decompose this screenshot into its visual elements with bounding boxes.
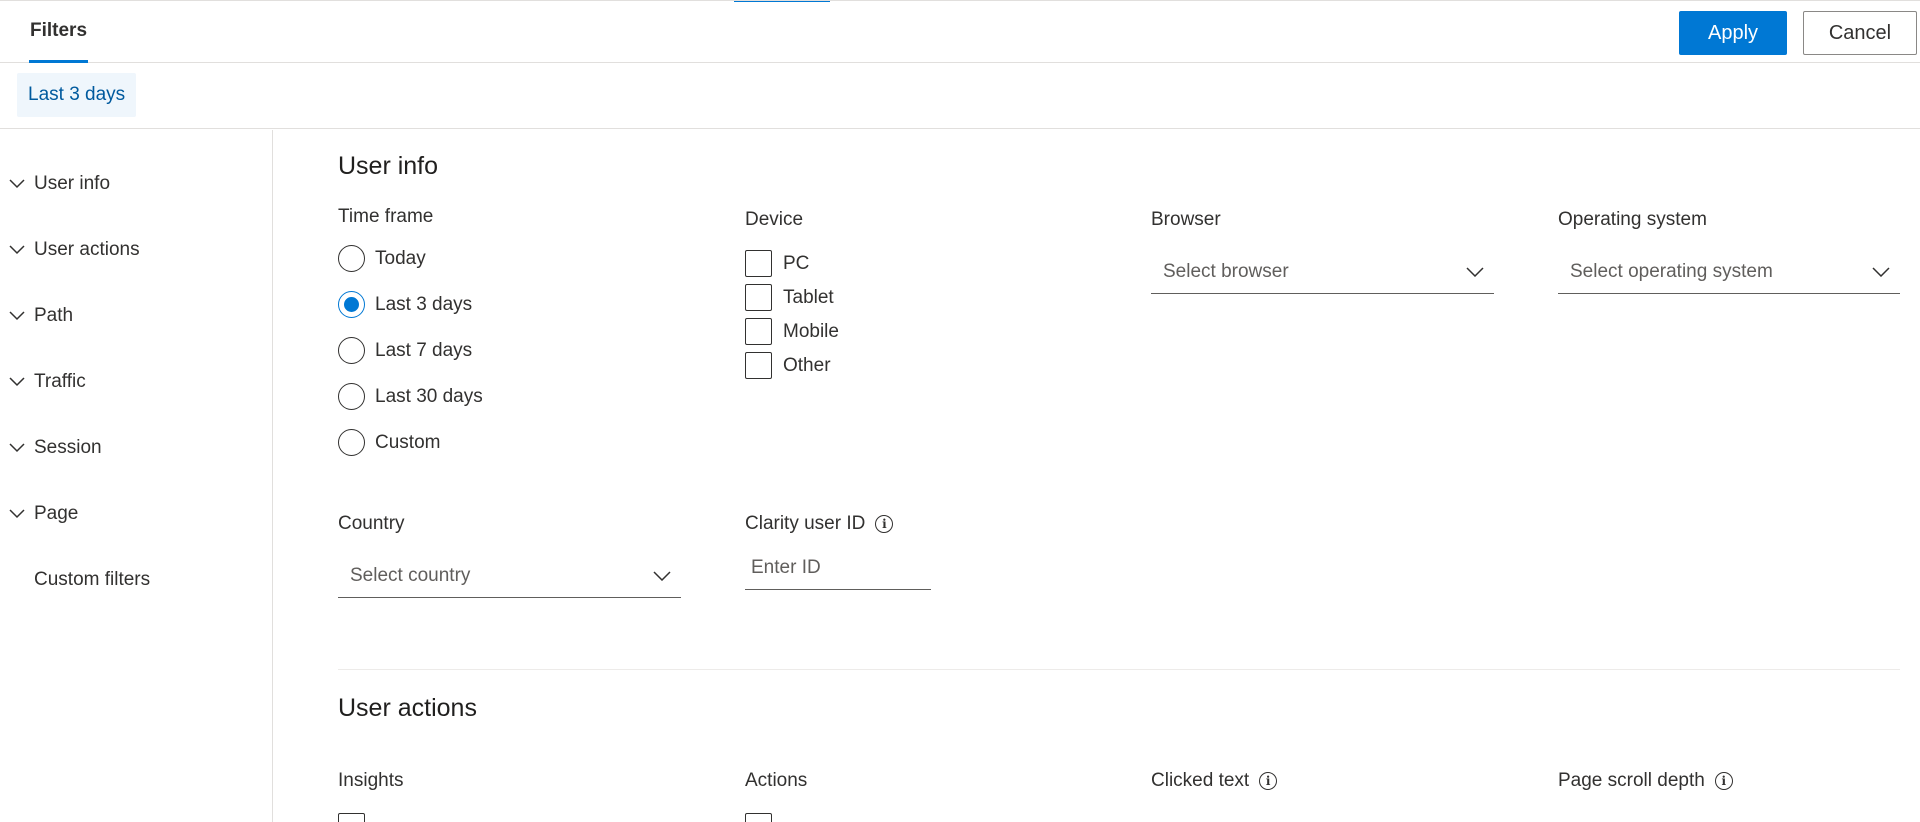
browser-select[interactable]: Select browser <box>1151 250 1494 294</box>
chevron-down-icon <box>0 311 34 321</box>
page-scroll-depth-label: Page scroll depth i <box>1558 770 1733 792</box>
country-label: Country <box>338 513 405 534</box>
browser-label: Browser <box>1151 209 1221 230</box>
filter-sidebar: User info User actions Path Traffic Sess… <box>0 130 273 822</box>
chevron-down-icon <box>0 179 34 189</box>
sidebar-item-page[interactable]: Page <box>0 496 78 532</box>
sidebar-item-label: User actions <box>34 239 140 260</box>
radio-button[interactable] <box>338 383 365 410</box>
sidebar-item-label: Path <box>34 305 74 326</box>
radio-last-3-days[interactable]: Last 3 days <box>338 291 472 318</box>
active-filters-bar: Last 3 days <box>0 64 1920 129</box>
sidebar-item-user-actions[interactable]: User actions <box>0 232 140 268</box>
checkbox[interactable] <box>745 813 772 822</box>
actions-label: Actions <box>745 770 808 791</box>
checkbox[interactable] <box>745 318 772 345</box>
radio-custom[interactable]: Custom <box>338 429 440 456</box>
filter-content: User info Time frame Today Last 3 days L… <box>274 130 1920 822</box>
section-divider <box>338 669 1900 670</box>
chevron-down-icon <box>1872 266 1890 277</box>
radio-today[interactable]: Today <box>338 245 426 272</box>
chevron-down-icon <box>653 570 671 581</box>
chevron-down-icon <box>0 245 34 255</box>
checkbox[interactable] <box>745 352 772 379</box>
insights-label: Insights <box>338 770 404 791</box>
checkbox[interactable] <box>338 813 365 822</box>
checkbox[interactable] <box>745 250 772 277</box>
chevron-down-icon <box>1466 266 1484 277</box>
section-title-user-actions: User actions <box>338 694 477 722</box>
clarity-user-id-field[interactable] <box>751 556 931 579</box>
sidebar-item-path[interactable]: Path <box>0 298 73 334</box>
radio-button[interactable] <box>338 245 365 272</box>
radio-last-30-days[interactable]: Last 30 days <box>338 383 483 410</box>
chevron-down-icon <box>0 509 34 519</box>
info-icon[interactable]: i <box>1714 772 1733 790</box>
info-icon[interactable]: i <box>875 515 894 533</box>
cancel-button[interactable]: Cancel <box>1803 11 1917 55</box>
clarity-user-id-label: Clarity user ID i <box>745 513 894 535</box>
checkbox[interactable] <box>745 284 772 311</box>
clicked-text-label: Clicked text i <box>1151 770 1278 792</box>
sidebar-item-custom-filters[interactable]: Custom filters <box>0 562 150 598</box>
sidebar-item-user-info[interactable]: User info <box>0 166 110 202</box>
time-frame-label: Time frame <box>338 206 434 227</box>
checkbox-pc[interactable]: PC <box>745 250 809 277</box>
os-select[interactable]: Select operating system <box>1558 250 1900 294</box>
radio-button[interactable] <box>338 337 365 364</box>
info-icon[interactable]: i <box>1259 772 1278 790</box>
checkbox-tablet[interactable]: Tablet <box>745 284 834 311</box>
checkbox-other[interactable]: Other <box>745 352 831 379</box>
checkbox-mobile[interactable]: Mobile <box>745 318 839 345</box>
sidebar-item-label: Session <box>34 437 102 458</box>
chevron-down-icon <box>0 443 34 453</box>
chevron-down-icon <box>0 377 34 387</box>
sidebar-item-label: Traffic <box>34 371 86 392</box>
radio-button[interactable] <box>338 429 365 456</box>
sidebar-item-traffic[interactable]: Traffic <box>0 364 86 400</box>
country-select[interactable]: Select country <box>338 554 681 598</box>
sidebar-item-label: Page <box>34 503 79 524</box>
sidebar-item-label: User info <box>34 173 111 194</box>
tab-filters[interactable]: Filters <box>29 1 89 63</box>
radio-last-7-days[interactable]: Last 7 days <box>338 337 472 364</box>
clarity-user-id-input[interactable] <box>745 546 931 590</box>
device-label: Device <box>745 209 804 230</box>
section-title-user-info: User info <box>338 152 439 180</box>
os-label: Operating system <box>1558 209 1707 230</box>
radio-button-checked[interactable] <box>338 291 365 318</box>
sidebar-item-session[interactable]: Session <box>0 430 102 466</box>
apply-button[interactable]: Apply <box>1679 11 1787 55</box>
filter-header: Filters Apply Cancel <box>0 0 1920 63</box>
active-filter-chip[interactable]: Last 3 days <box>17 73 137 117</box>
sidebar-item-label: Custom filters <box>34 569 151 590</box>
